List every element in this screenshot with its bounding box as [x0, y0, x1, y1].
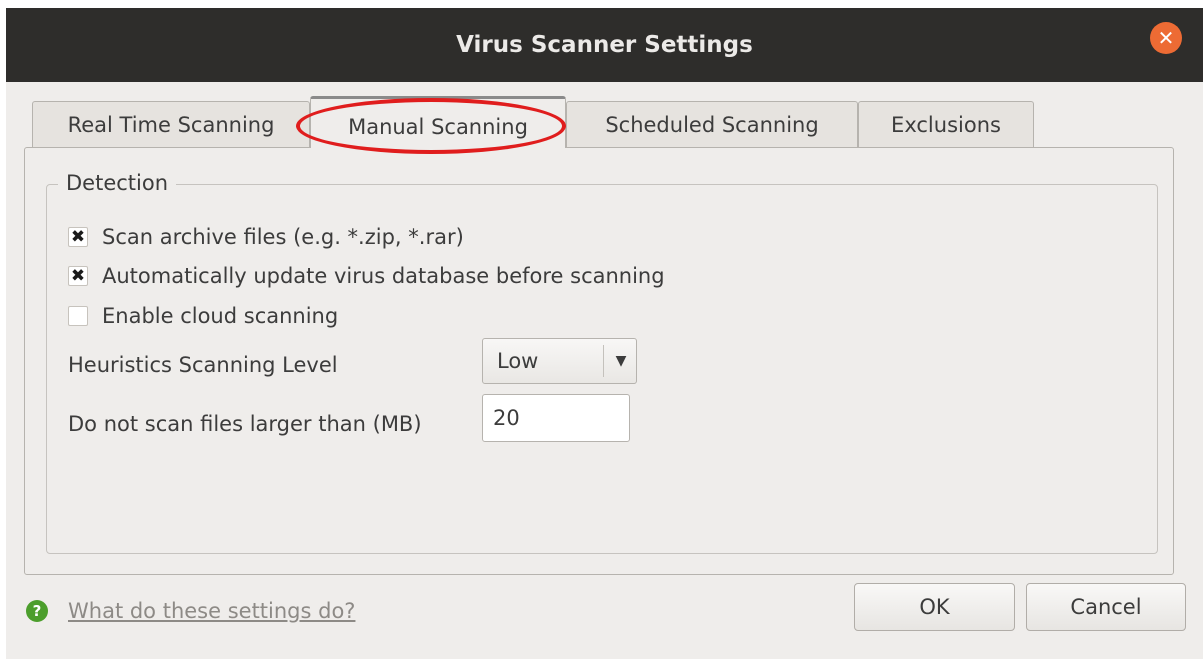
option-auto-update[interactable]: ✖ Automatically update virus database be… — [68, 261, 665, 291]
max-size-label: Do not scan files larger than (MB) — [68, 412, 422, 436]
auto-update-checkbox[interactable]: ✖ — [68, 266, 88, 286]
chevron-down-icon[interactable]: ▼ — [611, 339, 631, 383]
detection-group-label: Detection — [58, 168, 177, 198]
option-cloud-scanning[interactable]: Enable cloud scanning — [68, 301, 338, 331]
help-link[interactable]: What do these settings do? — [68, 596, 355, 626]
auto-update-label: Automatically update virus database befo… — [102, 264, 665, 288]
close-icon[interactable]: ✕ — [1150, 22, 1182, 54]
tab-manual-scanning[interactable]: Manual Scanning — [310, 96, 566, 148]
tab-exclusions[interactable]: Exclusions — [858, 101, 1034, 147]
heuristics-level-value: Low — [497, 349, 539, 373]
scan-archives-label: Scan archive files (e.g. *.zip, *.rar) — [102, 225, 464, 249]
cancel-button[interactable]: Cancel — [1026, 583, 1186, 631]
tab-real-time-scanning[interactable]: Real Time Scanning — [32, 101, 310, 147]
cloud-scanning-checkbox[interactable] — [68, 306, 88, 326]
cloud-scanning-label: Enable cloud scanning — [102, 304, 339, 328]
tab-scheduled-scanning[interactable]: Scheduled Scanning — [566, 101, 858, 147]
option-scan-archives[interactable]: ✖ Scan archive files (e.g. *.zip, *.rar) — [68, 222, 464, 252]
heuristics-level-label: Heuristics Scanning Level — [68, 353, 338, 377]
help-icon: ? — [26, 600, 48, 622]
combo-divider — [603, 345, 604, 377]
window-title: Virus Scanner Settings — [456, 32, 753, 58]
max-size-input[interactable] — [482, 394, 630, 442]
heuristics-level-select[interactable]: Low ▼ — [482, 338, 637, 384]
ok-button[interactable]: OK — [854, 583, 1015, 631]
scan-archives-checkbox[interactable]: ✖ — [68, 227, 88, 247]
